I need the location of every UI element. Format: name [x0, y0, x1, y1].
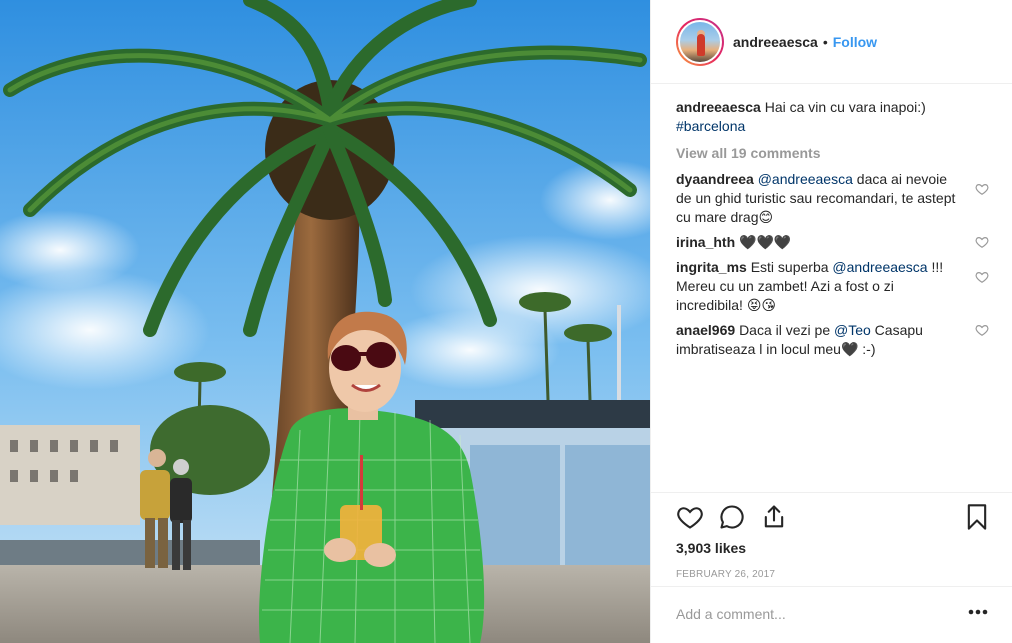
post-date[interactable]: FEBRUARY 26, 2017	[676, 569, 775, 580]
likes-count[interactable]: 3,903 likes	[676, 540, 746, 556]
caption-text: Hai ca vin cu vara inapoi:)	[764, 99, 926, 115]
add-comment-bar	[651, 586, 1012, 643]
heart-icon[interactable]	[676, 503, 704, 531]
caption-username[interactable]: andreeaesca	[676, 99, 761, 115]
post-photo-image	[0, 0, 650, 643]
bookmark-icon[interactable]	[963, 503, 991, 531]
comment-like-heart-icon[interactable]	[975, 270, 989, 284]
comment-item: anael969 Daca il vezi pe @Teo Casapu imb…	[676, 321, 991, 359]
comment-username[interactable]: anael969	[676, 322, 735, 338]
post-photo[interactable]	[0, 0, 650, 643]
add-comment-input[interactable]	[676, 606, 946, 622]
header-separator: •	[822, 33, 828, 50]
avatar-image	[678, 19, 722, 64]
comment-username[interactable]: irina_hth	[676, 234, 735, 250]
comment-item: ingrita_ms Esti superba @andreeaesca !!!…	[676, 258, 991, 315]
share-icon[interactable]	[760, 503, 788, 531]
follow-button[interactable]: Follow	[833, 34, 877, 50]
comment-username[interactable]: dyaandreea	[676, 171, 754, 187]
comment-item: dyaandreea @andreeaesca daca ai nevoie d…	[676, 170, 991, 227]
comment-like-heart-icon[interactable]	[975, 182, 989, 196]
more-dots-icon[interactable]	[968, 609, 988, 615]
comment-username[interactable]: ingrita_ms	[676, 259, 747, 275]
comment-like-heart-icon[interactable]	[975, 323, 989, 337]
view-all-comments-link[interactable]: View all 19 comments	[676, 144, 991, 162]
comment-mention[interactable]: @Teo	[834, 322, 871, 338]
instagram-post: andreeaesca • Follow andreeaesca Hai ca …	[0, 0, 1012, 643]
comment-bubble-icon[interactable]	[718, 503, 746, 531]
comment-item: irina_hth 🖤🖤🖤	[676, 233, 991, 252]
comment-text: Daca il vezi pe	[739, 322, 834, 338]
avatar[interactable]	[676, 17, 724, 66]
comment-text: 🖤🖤🖤	[739, 234, 792, 250]
caption-hashtag[interactable]: #barcelona	[676, 118, 745, 134]
comment-like-heart-icon[interactable]	[975, 235, 989, 249]
header-username[interactable]: andreeaesca	[733, 34, 818, 50]
comment-mention[interactable]: @andreeaesca	[758, 171, 853, 187]
action-icon-row	[676, 503, 991, 533]
comments-section: andreeaesca Hai ca vin cu vara inapoi:) …	[676, 98, 991, 365]
post-actions: 3,903 likes FEBRUARY 26, 2017	[651, 492, 1012, 580]
post-header: andreeaesca • Follow	[651, 0, 1012, 84]
comment-text: Esti superba	[750, 259, 833, 275]
caption: andreeaesca Hai ca vin cu vara inapoi:) …	[676, 98, 991, 136]
post-side-panel: andreeaesca • Follow andreeaesca Hai ca …	[650, 0, 1012, 643]
comment-mention[interactable]: @andreeaesca	[832, 259, 927, 275]
